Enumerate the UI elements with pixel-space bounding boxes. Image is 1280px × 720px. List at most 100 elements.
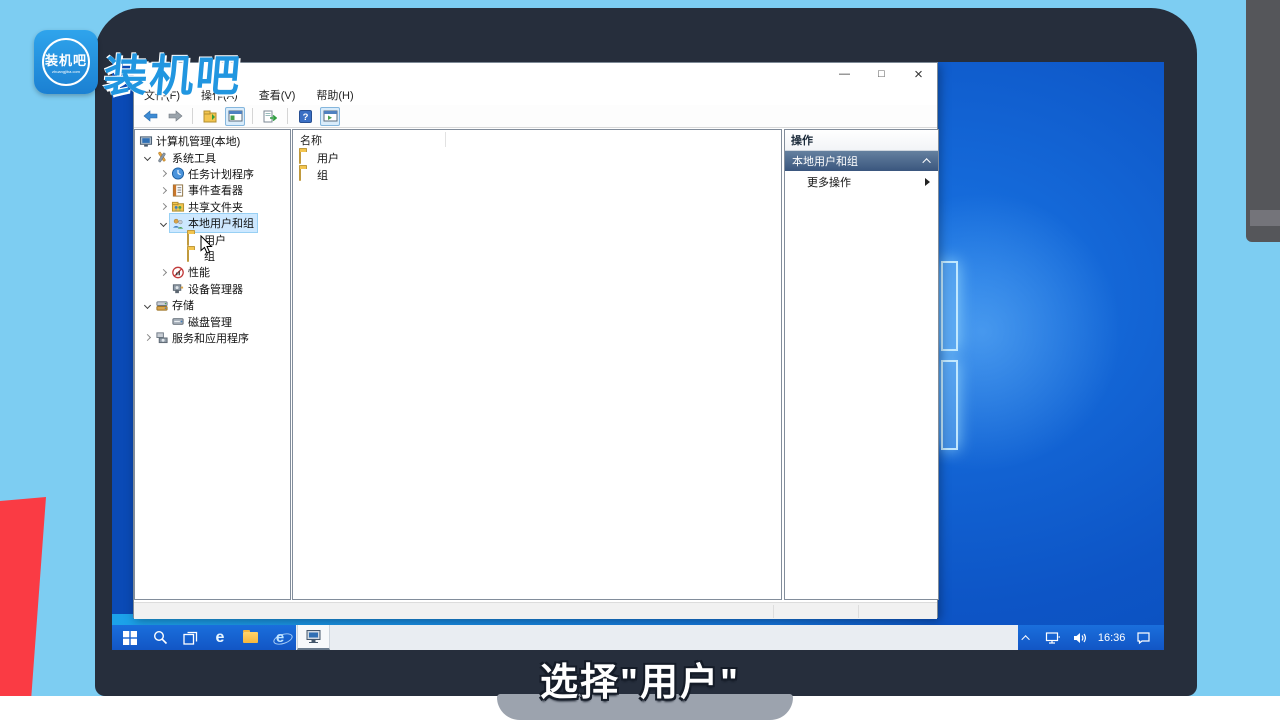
submenu-arrow-icon [925,178,930,186]
services-applications-icon [155,331,169,344]
close-button[interactable]: × [900,63,937,85]
local-users-groups-icon [171,217,185,230]
tree-item-system-tools[interactable]: 系统工具 [135,149,290,165]
list-item-users[interactable]: 用户 [293,149,781,166]
results-list-panel: 名称 用户 组 [292,129,782,600]
file-explorer-icon[interactable] [241,629,259,647]
action-center-icon[interactable] [1134,629,1152,647]
tree-item-local-users-groups[interactable]: 本地用户和组 [135,215,290,231]
folder-icon [299,168,313,181]
network-icon[interactable] [1045,629,1063,647]
tree-item-performance[interactable]: 性能 [135,264,290,280]
computer-icon [139,135,153,148]
toolbar-separator [252,108,253,124]
expand-arrow-icon[interactable] [157,221,170,226]
toolbar-separator [287,108,288,124]
windows-logo-pane-top [941,261,958,351]
taskbar-middle [296,625,1018,650]
window-content: 计算机管理(本地) 系统工具 任务计划程序 [134,128,937,602]
tree-item-services-applications[interactable]: 服务和应用程序 [135,330,290,346]
expand-arrow-icon[interactable] [157,188,170,193]
list-column-header[interactable]: 名称 [293,130,781,149]
actions-header-label: 操作 [791,132,813,148]
svg-text:?: ? [302,112,308,123]
taskbar: e e 16:36 [112,625,1164,650]
actions-group-local-users-groups[interactable]: 本地用户和组 [785,151,938,171]
start-button-icon[interactable] [121,629,139,647]
tree-item-label: 任务计划程序 [188,166,254,182]
minimize-button[interactable]: — [826,63,863,85]
performance-icon [171,266,185,279]
tree-item-label: 设备管理器 [188,281,243,297]
task-view-icon[interactable] [181,629,199,647]
show-console-tree-icon[interactable] [200,107,220,126]
forward-icon[interactable] [165,107,185,126]
tree-item-device-manager[interactable]: 设备管理器 [135,281,290,297]
zhuangjiba-logo-text: 装机吧 [101,40,245,104]
expand-arrow-icon[interactable] [141,155,154,160]
shared-folders-icon [171,200,185,213]
phone-prop [1246,0,1280,242]
expand-arrow-icon[interactable] [157,171,170,176]
tree-item-label: 性能 [188,264,210,280]
menu-view[interactable]: 查看(V) [259,87,296,103]
column-name-label: 名称 [300,132,322,148]
more-actions-item[interactable]: 更多操作 [785,171,938,193]
tree-item-computer-management[interactable]: 计算机管理(本地) [135,133,290,149]
tree-item-label: 共享文件夹 [188,199,243,215]
folder-icon [299,151,313,164]
menu-help[interactable]: 帮助(H) [316,87,353,103]
collapse-icon[interactable] [922,158,930,166]
windows-logo-pane-bottom [941,360,958,450]
tree-item-event-viewer[interactable]: 事件查看器 [135,182,290,198]
menu-bar: 文件(F) 操作(A) 查看(V) 帮助(H) [134,85,937,105]
list-item-label: 组 [317,167,328,183]
computer-management-taskbar-icon[interactable] [297,625,330,650]
tree-item-label: 计算机管理(本地) [156,133,240,149]
tree-item-label: 服务和应用程序 [172,330,249,346]
show-action-pane-icon[interactable] [320,107,340,126]
expand-arrow-icon[interactable] [141,303,154,308]
clock[interactable]: 16:36 [1098,632,1126,644]
tree-item-task-scheduler[interactable]: 任务计划程序 [135,166,290,182]
maximize-button[interactable]: □ [863,63,900,85]
help-icon[interactable]: ? [295,107,315,126]
edge-browser-icon[interactable]: e [211,629,229,647]
list-item-groups[interactable]: 组 [293,166,781,183]
search-icon[interactable] [151,629,169,647]
logo-badge-subtext: zhuangjiba.com [52,69,80,74]
volume-icon[interactable] [1071,629,1089,647]
tree-item-disk-management[interactable]: 磁盘管理 [135,313,290,329]
tree-item-storage[interactable]: 存储 [135,297,290,313]
device-manager-icon [171,282,185,295]
title-bar: — □ × [134,63,937,85]
phone-prop-detail [1250,210,1280,226]
internet-explorer-icon[interactable]: e [271,629,289,647]
event-viewer-icon [171,184,185,197]
mouse-cursor [200,235,213,254]
list-item-label: 用户 [317,150,339,166]
expand-arrow-icon[interactable] [157,270,170,275]
actions-header: 操作 [785,130,938,151]
console-window-icon[interactable] [225,107,245,126]
logo-badge-text: 装机吧 [45,50,87,69]
column-divider[interactable] [445,132,446,147]
expand-arrow-icon[interactable] [141,335,154,340]
zhuangjiba-logo-badge: 装机吧 zhuangjiba.com [34,30,98,94]
toolbar: ? [134,105,937,128]
desktop-screen: — □ × 文件(F) 操作(A) 查看(V) 帮助(H) [112,62,1164,650]
video-subtitle: 选择"用户" [0,651,1280,706]
actions-group-label: 本地用户和组 [792,153,858,169]
expand-arrow-icon[interactable] [157,204,170,209]
tray-chevron-up-icon[interactable] [1018,629,1036,647]
export-list-icon[interactable] [260,107,280,126]
tree-item-label: 事件查看器 [188,182,243,198]
computer-management-window: — □ × 文件(F) 操作(A) 查看(V) 帮助(H) [133,62,938,618]
tree-item-label: 系统工具 [172,150,216,166]
status-divider [773,605,774,618]
back-icon[interactable] [140,107,160,126]
status-bar [134,602,937,619]
tree-item-shared-folders[interactable]: 共享文件夹 [135,199,290,215]
disk-management-icon [171,315,185,328]
taskbar-left: e e [112,625,296,650]
